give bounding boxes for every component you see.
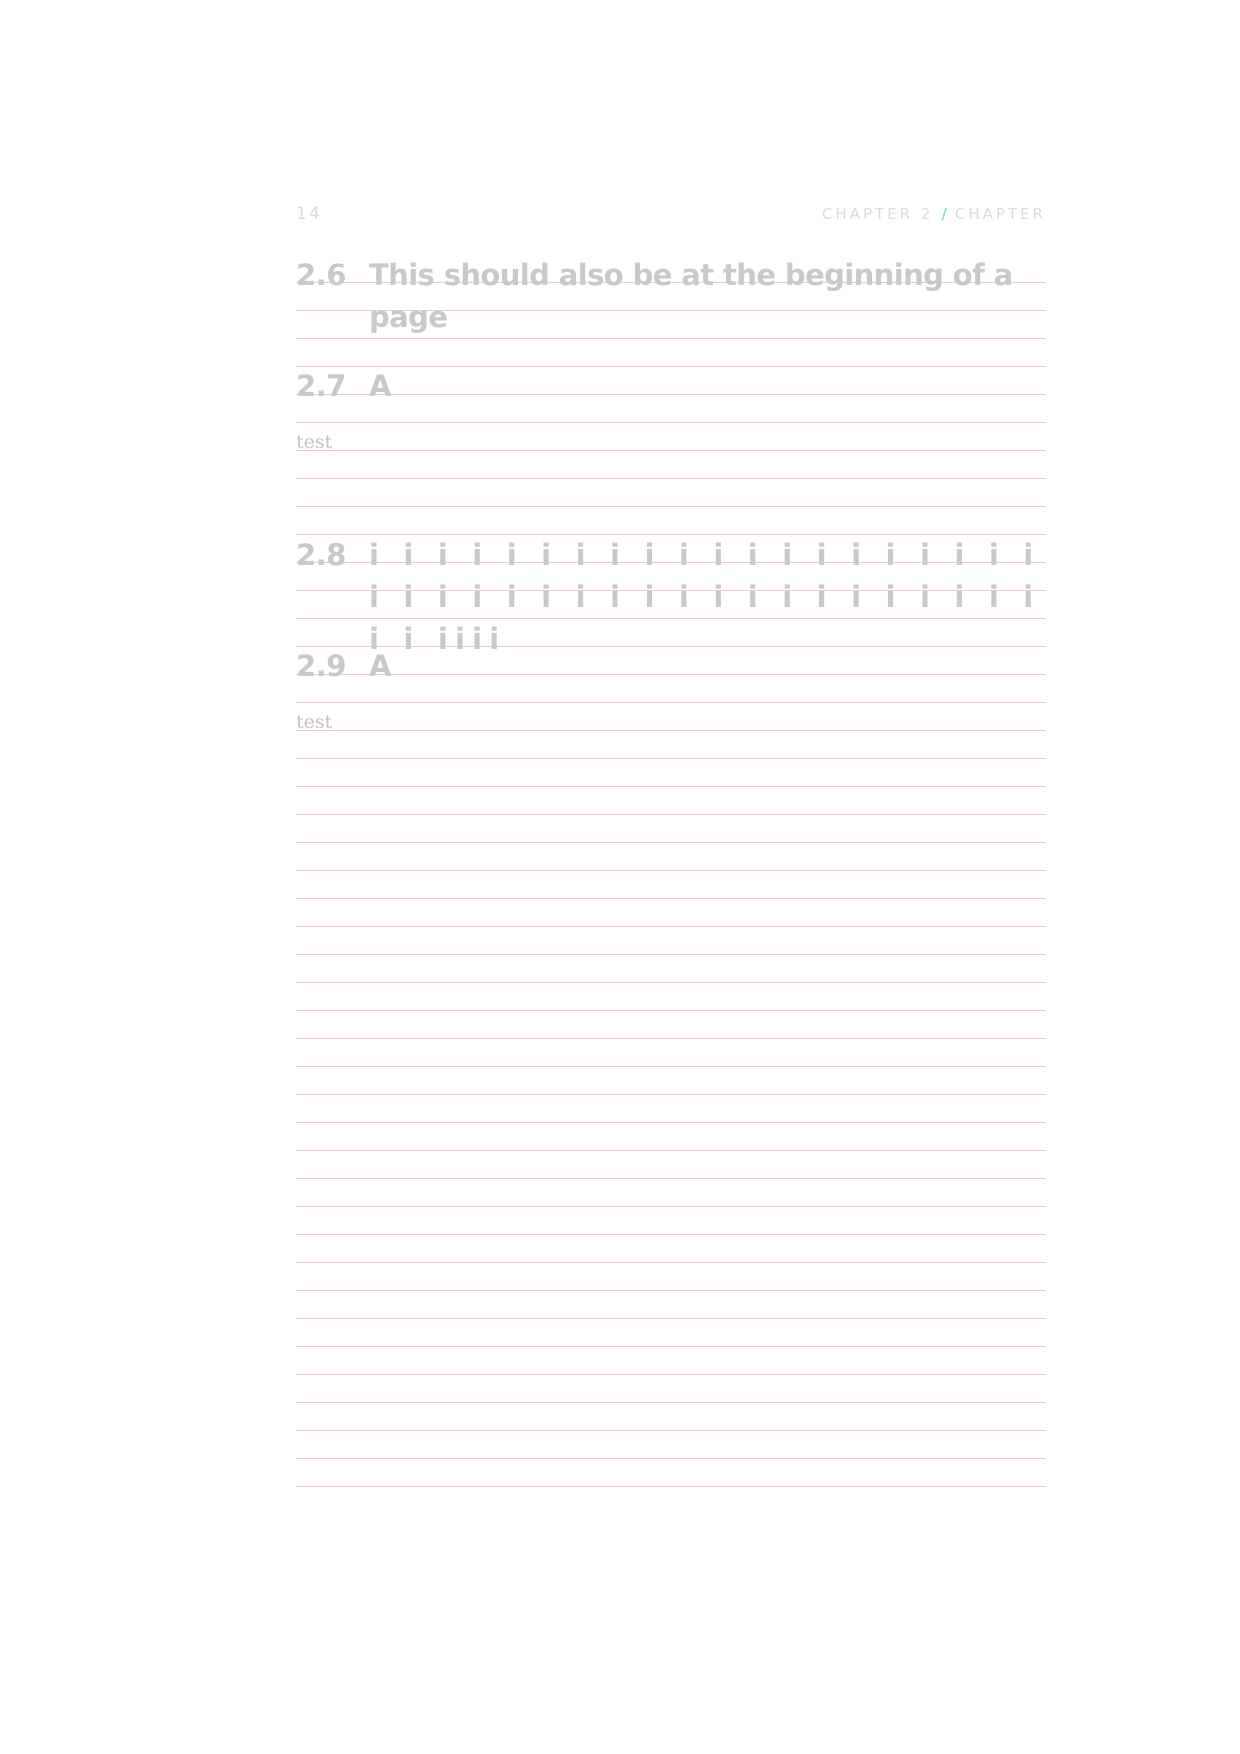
baseline-grid-line <box>296 842 1046 843</box>
baseline-grid-line <box>296 478 1046 479</box>
baseline-grid-line <box>296 1290 1046 1291</box>
baseline-grid-line <box>296 1402 1046 1403</box>
running-title-chapter-number: CHAPTER 2 <box>821 205 934 223</box>
baseline-grid-line <box>296 1010 1046 1011</box>
baseline-grid-line <box>296 1430 1046 1431</box>
baseline-grid-line <box>296 1346 1046 1347</box>
baseline-grid-line <box>296 898 1046 899</box>
running-header: CHAPTER 2 / CHAPTER <box>822 205 1046 223</box>
baseline-grid-line <box>296 506 1046 507</box>
baseline-grid-line <box>296 1066 1046 1067</box>
baseline-grid-line <box>296 926 1046 927</box>
page-number: 14 <box>296 204 322 224</box>
section-number: 2.8 <box>296 538 346 572</box>
baseline-grid-line <box>296 1262 1046 1263</box>
baseline-grid-line <box>296 870 1046 871</box>
section-number: 2.9 <box>296 649 346 683</box>
section-title: A <box>369 649 391 683</box>
baseline-grid-line <box>296 1150 1046 1151</box>
baseline-grid-line <box>296 786 1046 787</box>
section-title: This should also be at the beginning of … <box>369 258 1013 334</box>
baseline-grid-line <box>296 1206 1046 1207</box>
section-title: A <box>369 369 391 403</box>
baseline-grid-line <box>296 1122 1046 1123</box>
baseline-grid-line <box>296 1318 1046 1319</box>
running-title-chapter: CHAPTER <box>954 205 1046 223</box>
baseline-grid-line <box>296 450 1046 451</box>
baseline-grid-line <box>296 814 1046 815</box>
baseline-grid-line <box>296 1486 1046 1487</box>
body-paragraph: test <box>296 431 333 453</box>
body-paragraph: test <box>296 711 333 733</box>
baseline-grid-line <box>296 338 1046 339</box>
section-number: 2.7 <box>296 369 346 403</box>
baseline-grid-line <box>296 702 1046 703</box>
section-title: i i i i i i i i i i i i i i i i i i i i … <box>369 538 1041 656</box>
baseline-grid-line <box>296 758 1046 759</box>
header-separator: / <box>941 205 947 223</box>
baseline-grid-line <box>296 1374 1046 1375</box>
baseline-grid-line <box>296 1458 1046 1459</box>
baseline-grid-line <box>296 1234 1046 1235</box>
section-number: 2.6 <box>296 258 346 292</box>
baseline-grid-line <box>296 982 1046 983</box>
baseline-grid-line <box>296 1178 1046 1179</box>
baseline-grid-line <box>296 422 1046 423</box>
document-page: 14 CHAPTER 2 / CHAPTER 2.6 This should als… <box>0 0 1240 1754</box>
baseline-grid-line <box>296 1094 1046 1095</box>
baseline-grid-line <box>296 1038 1046 1039</box>
baseline-grid-line <box>296 954 1046 955</box>
baseline-grid-line <box>296 730 1046 731</box>
